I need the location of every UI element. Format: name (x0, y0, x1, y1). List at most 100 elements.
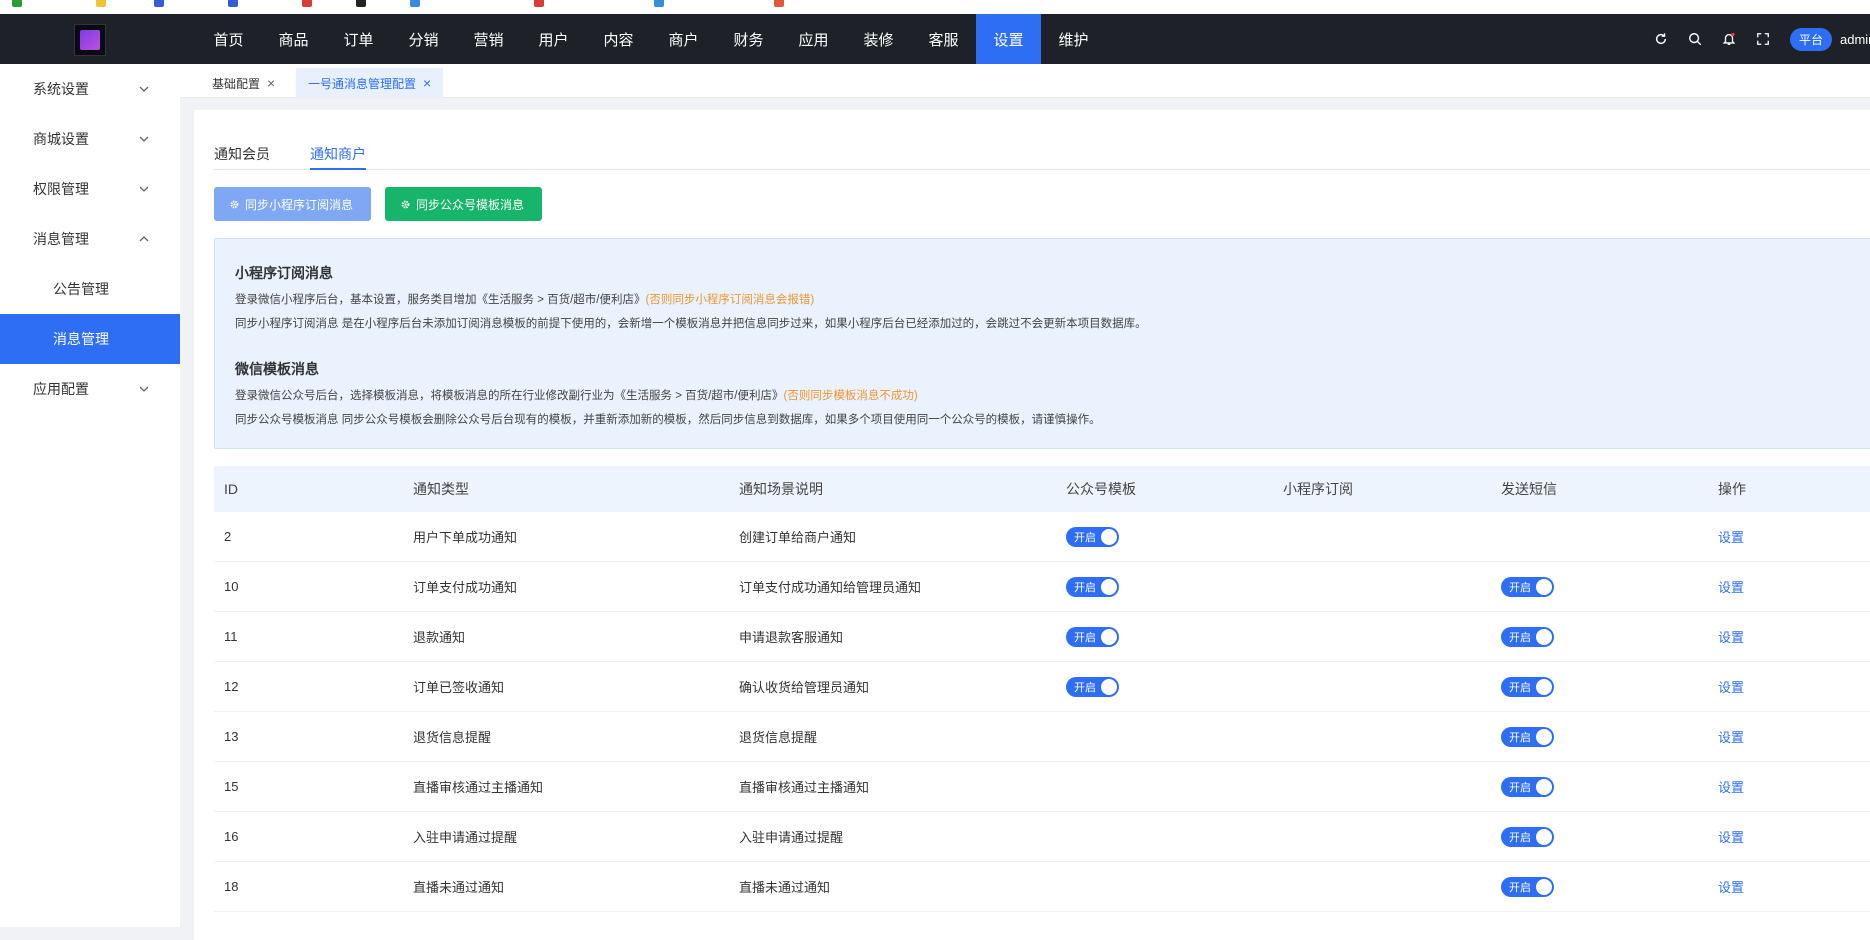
sms-toggle[interactable]: 开启 (1501, 876, 1554, 897)
cell-type: 订单支付成功通知 (413, 580, 518, 595)
refresh-icon[interactable] (1644, 14, 1678, 64)
cell-type: 直播审核通过主播通知 (413, 780, 544, 795)
cell-type: 用户下单成功通知 (413, 530, 518, 545)
cell-mini-subscribe (1283, 612, 1501, 661)
cell-sms (1501, 512, 1718, 561)
bookmark-item[interactable] (154, 0, 164, 8)
settings-link[interactable]: 设置 (1718, 777, 1744, 796)
bookmark-item[interactable] (228, 0, 238, 8)
nav-item[interactable]: 营销 (456, 14, 521, 64)
sync-mini-program-button[interactable]: 同步小程序订阅消息 (214, 187, 371, 221)
sms-toggle[interactable]: 开启 (1501, 776, 1554, 797)
settings-link[interactable]: 设置 (1718, 827, 1744, 846)
sidebar-item[interactable]: 应用配置 (0, 364, 180, 414)
settings-link[interactable]: 设置 (1718, 677, 1744, 696)
wx-notice-line: 同步公众号模板消息 同步公众号模板会删除公众号后台现有的模板，并重新添加新的模板… (235, 414, 1101, 426)
sidebar: 系统设置 商城设置 权限管理 消息管理 公告管理 消息管理 应用配置 (0, 64, 180, 927)
table-row: 10 订单支付成功通知 订单支付成功通知给管理员通知 开启 开启 设置 (214, 562, 1870, 612)
sms-toggle[interactable]: 开启 (1501, 626, 1554, 647)
bookmark-item[interactable] (654, 0, 664, 8)
settings-link[interactable]: 设置 (1718, 627, 1744, 646)
nav-item[interactable]: 装修 (846, 14, 911, 64)
gzh-template-toggle[interactable]: 开启 (1066, 526, 1119, 547)
bookmark-item[interactable] (534, 0, 544, 8)
table-row: 18 直播未通过通知 直播未通过通知 开启 设置 (214, 862, 1870, 912)
search-icon[interactable] (1678, 14, 1712, 64)
sidebar-item[interactable]: 权限管理 (0, 164, 180, 214)
mini-notice-title: 小程序订阅消息 (235, 265, 333, 281)
cell-type: 退款通知 (413, 630, 466, 645)
nav-item[interactable]: 订单 (326, 14, 391, 64)
close-icon[interactable]: × (423, 75, 431, 91)
content-panel: 通知会员 通知商户 同步小程序订阅消息 同步公众号模板消息 小程序订阅消息 登录… (194, 110, 1870, 940)
nav-item[interactable]: 设置 (976, 14, 1041, 64)
cell-mini-subscribe (1283, 662, 1501, 711)
platform-badge[interactable]: 平台 (1789, 27, 1832, 51)
tab-notify-members[interactable]: 通知会员 (214, 144, 270, 170)
gzh-template-toggle[interactable]: 开启 (1066, 576, 1119, 597)
cell-gzh-template (1066, 862, 1283, 911)
user-name[interactable]: admin (1840, 32, 1870, 47)
header-actions: 操作 (1718, 481, 1746, 497)
sidebar-item[interactable]: 公告管理 (0, 264, 180, 314)
sms-toggle[interactable]: 开启 (1501, 726, 1554, 747)
chevron-down-icon (139, 186, 149, 192)
cell-actions: 设置 (1718, 762, 1868, 811)
bookmark-item[interactable] (96, 0, 106, 8)
cell-scene: 订单支付成功通知给管理员通知 (739, 580, 922, 595)
sync-gzh-template-button[interactable]: 同步公众号模板消息 (385, 187, 542, 221)
nav-item[interactable]: 财务 (716, 14, 781, 64)
sidebar-item[interactable]: 消息管理 (0, 314, 180, 364)
page-tab-basic[interactable]: 基础配置 × (200, 68, 287, 98)
gzh-template-toggle[interactable]: 开启 (1066, 626, 1119, 647)
cell-actions: 设置 (1718, 612, 1868, 661)
cell-scene: 创建订单给商户通知 (739, 530, 857, 545)
cell-id: 11 (224, 629, 238, 644)
nav-item[interactable]: 应用 (781, 14, 846, 64)
gzh-template-toggle[interactable]: 开启 (1066, 676, 1119, 697)
cell-actions: 设置 (1718, 712, 1868, 761)
top-navbar: 首页商品订单分销营销用户内容商户财务应用装修客服设置维护 平台 admin (0, 14, 1870, 64)
nav-item[interactable]: 商户 (651, 14, 716, 64)
bookmark-item[interactable] (356, 0, 366, 8)
table-row: 12 订单已签收通知 确认收货给管理员通知 开启 开启 设置 (214, 662, 1870, 712)
nav-item[interactable]: 首页 (196, 14, 261, 64)
bookmark-item[interactable] (12, 0, 22, 8)
app-logo[interactable] (74, 24, 106, 56)
sidebar-item[interactable]: 系统设置 (0, 64, 180, 114)
bookmark-item[interactable] (774, 0, 784, 8)
nav-item[interactable]: 维护 (1041, 14, 1106, 64)
main-nav: 首页 商品 订单 分销 营销 用户 内容 商户 财务 应用 装修 客服 设置 维护 (196, 14, 1106, 64)
sidebar-item-label: 系统设置 (33, 81, 89, 97)
sidebar-item-label: 消息管理 (33, 231, 89, 247)
nav-item[interactable]: 客服 (911, 14, 976, 64)
sidebar-item[interactable]: 消息管理 (0, 214, 180, 264)
page-tab-message-config[interactable]: 一号通消息管理配置 × (296, 68, 444, 98)
sms-toggle[interactable]: 开启 (1501, 676, 1554, 697)
header-sms: 发送短信 (1501, 481, 1557, 497)
cell-type: 退货信息提醒 (413, 730, 492, 745)
tab-notify-merchants[interactable]: 通知商户 (310, 144, 366, 170)
fullscreen-icon[interactable] (1746, 14, 1780, 64)
cell-sms: 开启 (1501, 612, 1718, 661)
table-row: 2 用户下单成功通知 创建订单给商户通知 开启 设置 (214, 512, 1870, 562)
bookmark-item[interactable] (410, 0, 420, 8)
settings-link[interactable]: 设置 (1718, 577, 1744, 596)
sms-toggle[interactable]: 开启 (1501, 826, 1554, 847)
settings-link[interactable]: 设置 (1718, 527, 1744, 546)
sync-mini-label: 同步小程序订阅消息 (245, 197, 354, 212)
settings-link[interactable]: 设置 (1718, 727, 1744, 746)
wx-notice-title: 微信模板消息 (235, 361, 319, 377)
nav-item[interactable]: 内容 (586, 14, 651, 64)
sidebar-item[interactable]: 商城设置 (0, 114, 180, 164)
info-notice: 小程序订阅消息 登录微信小程序后台，基本设置，服务类目增加《生活服务 > 百货/… (214, 238, 1870, 449)
bookmark-item[interactable] (302, 0, 312, 8)
nav-item[interactable]: 商品 (261, 14, 326, 64)
chevron-up-icon (139, 236, 149, 242)
sms-toggle[interactable]: 开启 (1501, 576, 1554, 597)
nav-item[interactable]: 用户 (521, 14, 586, 64)
settings-link[interactable]: 设置 (1718, 877, 1744, 896)
bell-icon[interactable] (1712, 14, 1746, 64)
close-icon[interactable]: × (267, 75, 275, 91)
nav-item[interactable]: 分销 (391, 14, 456, 64)
